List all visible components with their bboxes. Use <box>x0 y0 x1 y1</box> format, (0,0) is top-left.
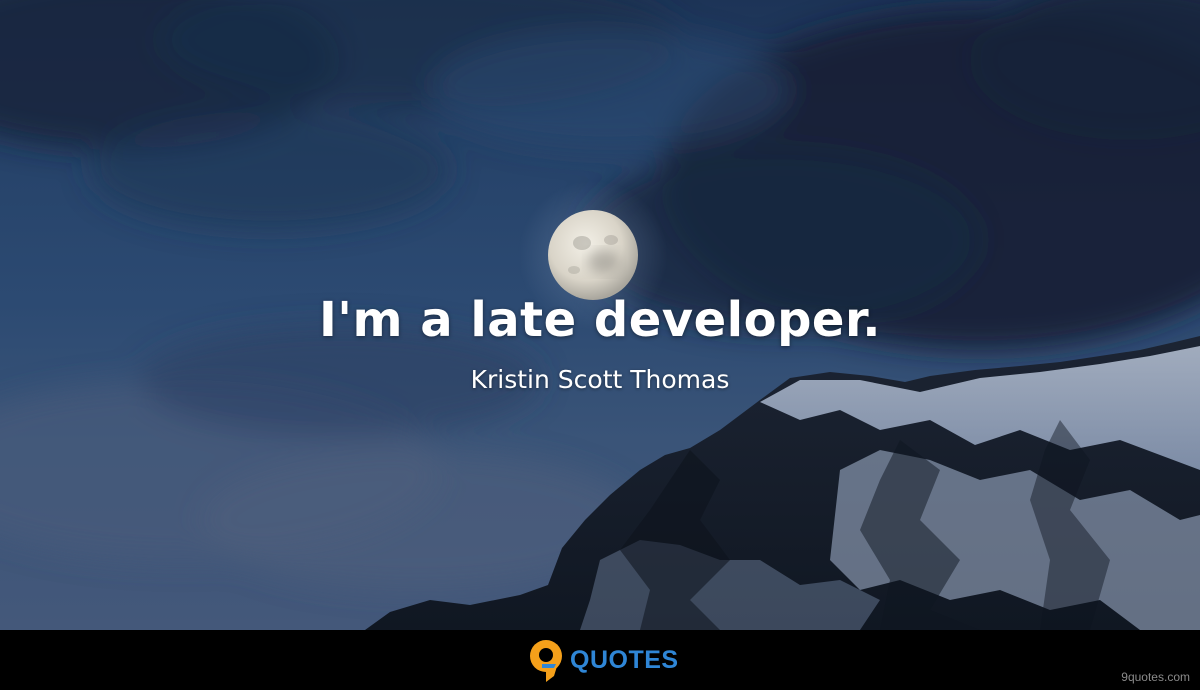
site-logo[interactable]: QUOTES <box>526 638 679 682</box>
quote-text: I'm a late developer. <box>318 292 882 348</box>
quote-author[interactable]: Kristin Scott Thomas <box>0 362 1200 398</box>
nine-icon <box>530 640 562 682</box>
site-url[interactable]: 9quotes.com <box>1121 670 1190 684</box>
moon <box>548 210 638 300</box>
quote-card: I'm a late developer. Kristin Scott Thom… <box>0 0 1200 690</box>
footer-bar: QUOTES 9quotes.com <box>0 630 1200 690</box>
logo-text: QUOTES <box>570 646 679 674</box>
